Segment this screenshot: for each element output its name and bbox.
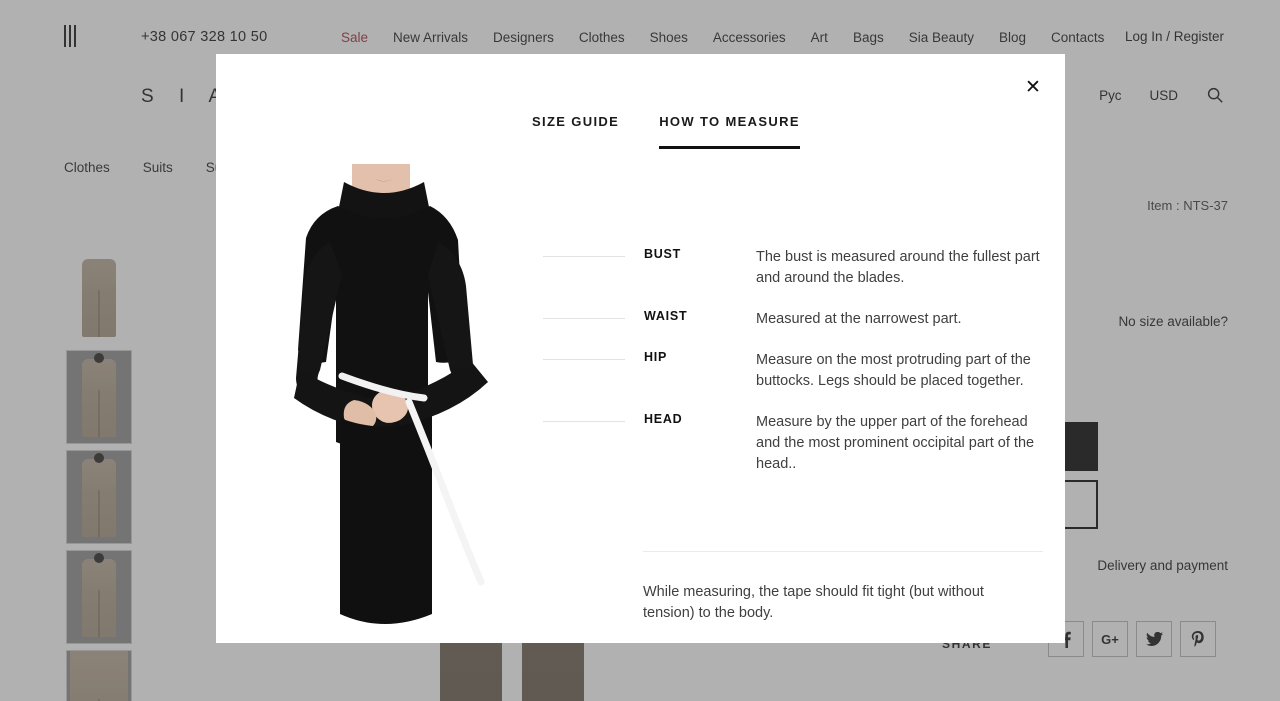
measurement-row-bust: BUST The bust is measured around the ful… xyxy=(543,247,1043,289)
measurement-label-hip: HIP xyxy=(644,350,668,364)
measurement-description-head: Measure by the upper part of the forehea… xyxy=(756,414,1035,472)
leader-line-icon xyxy=(543,256,625,257)
measuring-note: While measuring, the tape should fit tig… xyxy=(643,584,984,621)
note-divider xyxy=(643,551,1043,552)
measuring-photo-illustration xyxy=(234,164,534,634)
measurement-description-waist: Measured at the narrowest part. xyxy=(756,311,962,327)
measurement-description-bust: The bust is measured around the fullest … xyxy=(756,249,1040,286)
measurement-label-waist: WAIST xyxy=(644,309,688,323)
leader-line-icon xyxy=(543,421,625,422)
measurement-list: BUST The bust is measured around the ful… xyxy=(543,247,1043,495)
measurement-label-bust: BUST xyxy=(644,247,682,261)
measurement-label-head: HEAD xyxy=(644,412,683,426)
page-root: +38 067 328 10 50 Sale New Arrivals Desi… xyxy=(0,0,1280,701)
measurement-row-hip: HIP Measure on the most protruding part … xyxy=(543,350,1043,392)
measuring-photo xyxy=(234,164,534,634)
measurement-row-waist: WAIST Measured at the narrowest part. xyxy=(543,309,1043,330)
measurement-row-head: HEAD Measure by the upper part of the fo… xyxy=(543,412,1043,475)
tab-how-to-measure[interactable]: HOW TO MEASURE xyxy=(659,114,800,149)
leader-line-icon xyxy=(543,318,625,319)
tab-size-guide[interactable]: SIZE GUIDE xyxy=(532,114,619,149)
modal-tab-bar: SIZE GUIDE HOW TO MEASURE xyxy=(532,114,800,149)
close-icon[interactable]: ✕ xyxy=(1020,74,1046,100)
how-to-measure-modal: ✕ SIZE GUIDE HOW TO MEASURE BUST The bus… xyxy=(216,54,1065,643)
leader-line-icon xyxy=(543,359,625,360)
measurement-description-hip: Measure on the most protruding part of t… xyxy=(756,352,1031,389)
